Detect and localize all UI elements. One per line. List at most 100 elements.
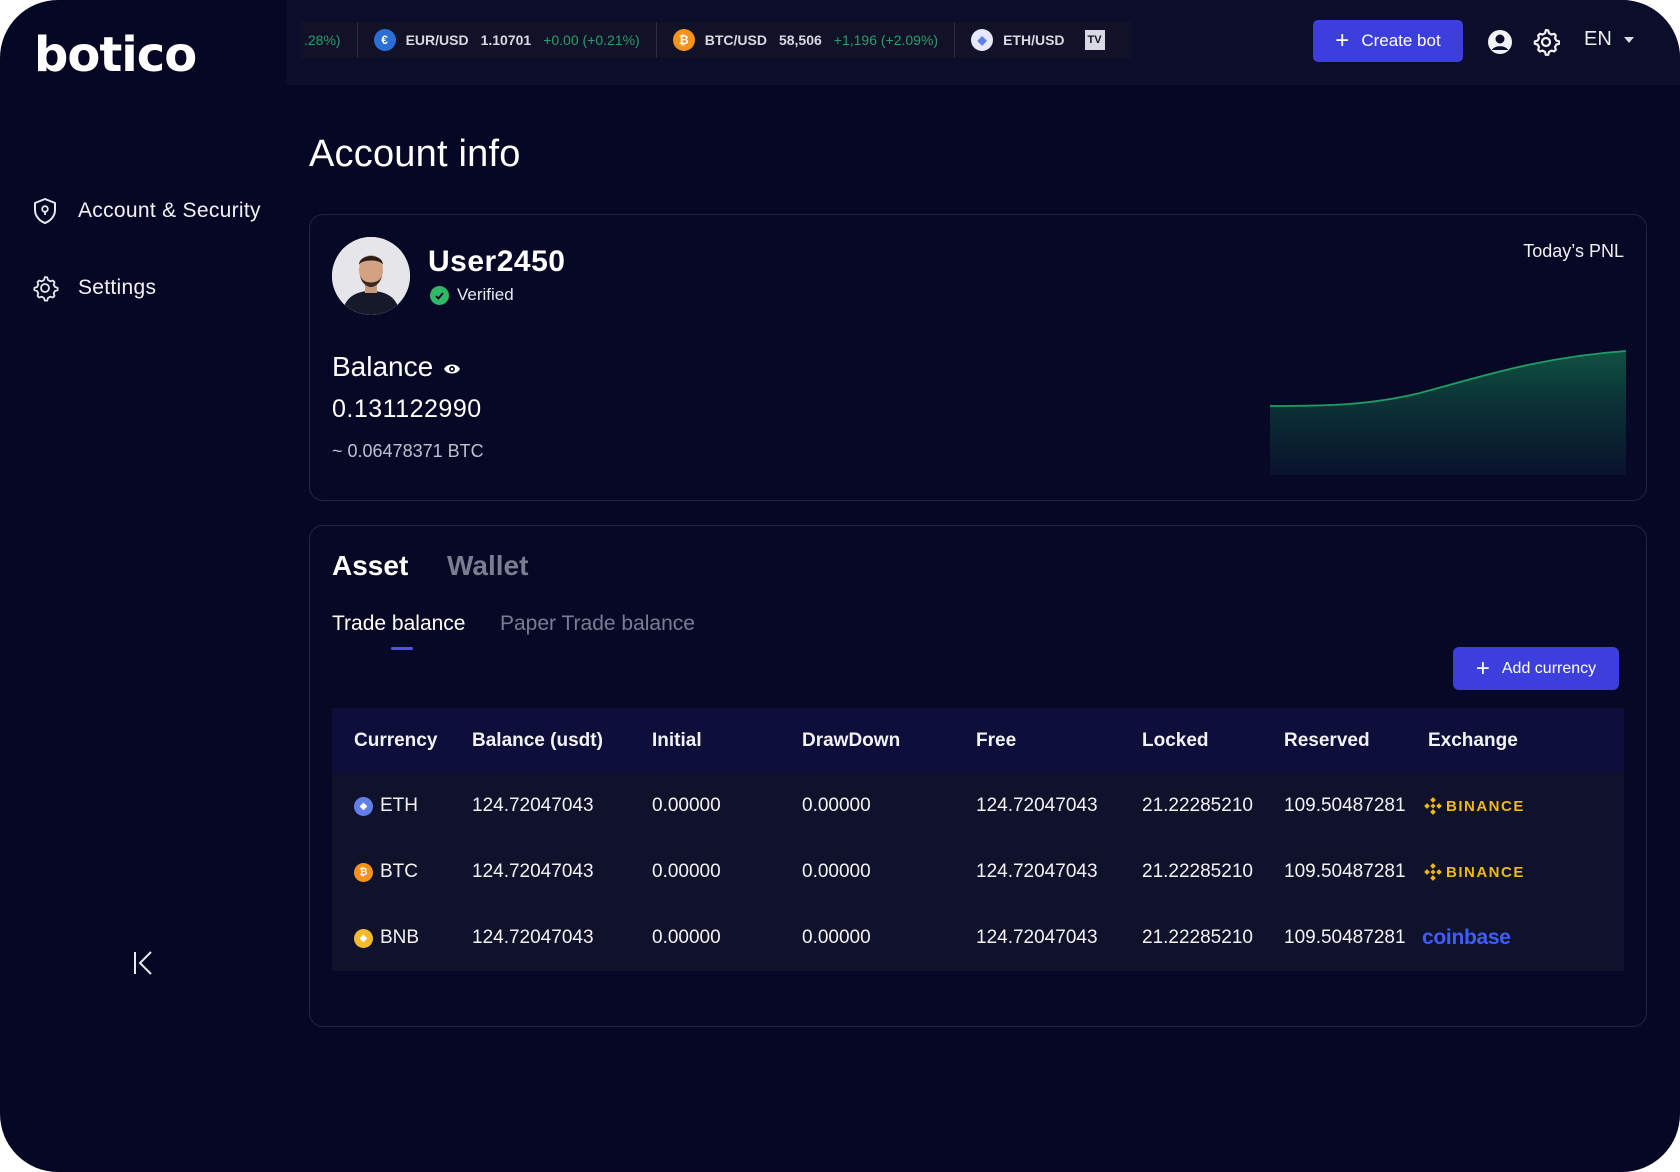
create-bot-label: Create bot <box>1361 31 1441 50</box>
balance-heading: Balance <box>332 351 461 383</box>
eye-icon[interactable] <box>443 351 461 383</box>
page-title: Account info <box>309 133 521 175</box>
ticker-item: .28%) <box>300 22 358 58</box>
column-header[interactable]: Locked <box>1142 730 1209 752</box>
balance-cell: 124.72047043 <box>472 795 594 816</box>
currency-cell: ◆ BNB <box>354 927 419 949</box>
sidebar-item-account-security[interactable]: Account & Security <box>30 190 290 232</box>
price-ticker[interactable]: .28%) € EUR/USD 1.10701 +0.00 (+0.21%) ₿… <box>300 22 1132 58</box>
balance-cell: 124.72047043 <box>472 861 594 882</box>
ticker-item-eur-usd[interactable]: € EUR/USD 1.10701 +0.00 (+0.21%) <box>358 22 657 58</box>
btc-icon: ₿ <box>354 862 373 882</box>
drawdown-cell: 0.00000 <box>802 861 871 882</box>
ticker-symbol: ETH/USD <box>1003 32 1065 48</box>
ticker-item-btc-usd[interactable]: ₿ BTC/USD 58,506 +1,196 (+2.09%) <box>657 22 956 58</box>
tab-asset[interactable]: Asset <box>332 550 408 582</box>
binance-logo-icon <box>1424 797 1442 815</box>
shield-icon <box>30 196 60 226</box>
column-header[interactable]: Reserved <box>1284 730 1370 752</box>
table-row[interactable]: ₿ BTC 124.72047043 0.00000 0.00000 124.7… <box>332 839 1624 905</box>
column-header[interactable]: Exchange <box>1428 730 1518 752</box>
avatar[interactable] <box>332 237 410 315</box>
app-frame: botico Account & Security Settings .28%)… <box>0 0 1680 1172</box>
currency-cell: ₿ BTC <box>354 861 418 883</box>
sidebar-item-label: Settings <box>78 276 157 299</box>
column-header[interactable]: Currency <box>354 730 437 752</box>
bnb-icon: ◆ <box>354 928 373 948</box>
locked-cell: 21.22285210 <box>1142 795 1253 816</box>
currency-name: ETH <box>380 795 418 816</box>
table-row[interactable]: ◆ BNB 124.72047043 0.00000 0.00000 124.7… <box>332 905 1624 971</box>
check-icon <box>430 285 449 305</box>
initial-cell: 0.00000 <box>652 861 721 882</box>
column-header[interactable]: Initial <box>652 730 702 752</box>
ticker-change: +1,196 (+2.09%) <box>833 32 939 48</box>
reserved-cell: 109.50487281 <box>1284 861 1406 882</box>
btc-icon: ₿ <box>672 29 695 51</box>
exchange-name: BINANCE <box>1446 797 1525 815</box>
exchange-cell: coinbase <box>1422 926 1511 949</box>
currency-name: BTC <box>380 861 418 882</box>
add-currency-label: Add currency <box>1501 659 1597 677</box>
active-subtab-indicator <box>391 647 413 650</box>
balance-value: 0.131122990 <box>332 395 482 423</box>
reserved-cell: 109.50487281 <box>1284 795 1406 816</box>
verified-label: Verified <box>457 285 514 304</box>
collapse-sidebar-icon[interactable] <box>132 948 156 978</box>
exchange-cell: BINANCE <box>1424 797 1525 815</box>
ticker-price: 1.10701 <box>480 32 532 48</box>
language-label: EN <box>1584 28 1612 50</box>
reserved-cell: 109.50487281 <box>1284 927 1406 948</box>
ticker-change: +0.00 (+0.21%) <box>543 32 640 48</box>
subtab-paper-trade-balance[interactable]: Paper Trade balance <box>500 612 695 636</box>
column-header[interactable]: Balance (usdt) <box>472 730 603 752</box>
balance-btc-equivalent: ~ 0.06478371 BTC <box>332 441 484 461</box>
logo-text: botico <box>34 27 197 83</box>
tab-wallet[interactable]: Wallet <box>447 550 528 582</box>
binance-logo-icon <box>1424 863 1442 881</box>
ticker-change: .28%) <box>304 32 341 48</box>
gear-icon <box>30 273 60 303</box>
plus-icon: + <box>1475 654 1490 682</box>
add-currency-button[interactable]: + Add currency <box>1453 647 1619 690</box>
exchange-name: BINANCE <box>1446 863 1525 881</box>
eth-icon: ◆ <box>971 29 994 51</box>
locked-cell: 21.22285210 <box>1142 927 1253 948</box>
plus-icon: + <box>1335 27 1350 54</box>
account-card: User2450 Verified Balance 0.131122990 ~ … <box>309 214 1647 501</box>
username: User2450 <box>428 245 566 278</box>
free-cell: 124.72047043 <box>976 795 1098 816</box>
column-header[interactable]: DrawDown <box>802 730 900 752</box>
free-cell: 124.72047043 <box>976 927 1098 948</box>
sidebar-item-settings[interactable]: Settings <box>30 267 290 309</box>
botico-logo[interactable]: botico <box>34 27 197 83</box>
create-bot-button[interactable]: + Create bot <box>1313 20 1463 62</box>
ticker-symbol: BTC/USD <box>704 32 767 48</box>
drawdown-cell: 0.00000 <box>802 795 871 816</box>
ticker-item-eth-usd[interactable]: ◆ ETH/USD <box>955 22 1092 58</box>
column-header[interactable]: Free <box>976 730 1016 752</box>
language-selector[interactable]: EN <box>1584 28 1634 51</box>
eth-icon: ◆ <box>354 796 373 816</box>
verified-badge: Verified <box>430 285 514 305</box>
ticker-price: 58,506 <box>778 32 822 48</box>
initial-cell: 0.00000 <box>652 795 721 816</box>
balance-label: Balance <box>332 351 434 382</box>
chevron-down-icon <box>1623 36 1634 43</box>
free-cell: 124.72047043 <box>976 861 1098 882</box>
tradingview-icon: TV <box>1084 30 1105 50</box>
sidebar-item-label: Account & Security <box>78 199 261 222</box>
subtab-trade-balance[interactable]: Trade balance <box>332 612 465 636</box>
eur-usd-icon: € <box>373 29 396 51</box>
asset-card: Asset Wallet Trade balance Paper Trade b… <box>309 525 1647 1027</box>
user-profile-icon[interactable] <box>1486 28 1514 56</box>
table-row[interactable]: ◆ ETH 124.72047043 0.00000 0.00000 124.7… <box>332 773 1624 839</box>
pnl-sparkline <box>1270 350 1626 475</box>
currency-name: BNB <box>380 927 420 948</box>
ticker-symbol: EUR/USD <box>405 32 469 48</box>
settings-gear-icon[interactable] <box>1532 28 1561 56</box>
balance-cell: 124.72047043 <box>472 927 594 948</box>
drawdown-cell: 0.00000 <box>802 927 871 948</box>
currency-cell: ◆ ETH <box>354 795 418 817</box>
locked-cell: 21.22285210 <box>1142 861 1253 882</box>
